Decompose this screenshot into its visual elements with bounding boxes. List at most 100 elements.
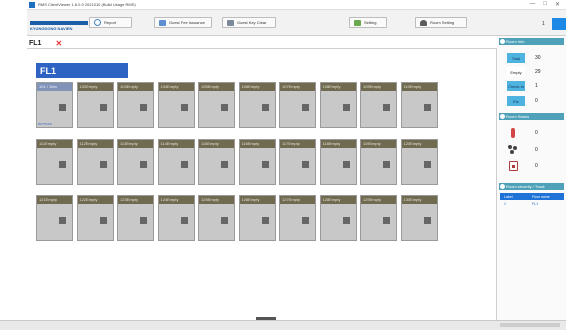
room-tile[interactable]: 119Empty (360, 139, 397, 185)
room-status-icon (342, 104, 350, 111)
room-guest-note: BOTTASU (38, 122, 52, 126)
room-label: 121Empty (37, 196, 72, 204)
maximize-button[interactable]: □ (543, 1, 547, 8)
status-bar (0, 320, 566, 330)
room-tile[interactable]: 130Empty (400, 195, 438, 241)
room-label: 129Empty (361, 196, 396, 204)
room-status-icon (261, 104, 269, 111)
room-tile[interactable]: 127Empty (279, 195, 316, 241)
tab-fl1[interactable]: FL1 ✕ (29, 38, 62, 49)
room-tile[interactable]: 116Empty (238, 139, 276, 185)
room-tile[interactable]: 126Empty (238, 195, 276, 241)
room-tile[interactable]: 110Empty (400, 82, 438, 128)
room-tile[interactable]: 120Empty (400, 139, 438, 185)
room-label: 130Empty (401, 196, 437, 204)
room-label: 122Empty (77, 196, 113, 204)
stat-total: Total 30 (507, 53, 563, 63)
room-status-icon (423, 104, 431, 111)
room-status-icon (302, 217, 309, 224)
room-tile[interactable]: 123Empty (117, 195, 154, 241)
room-label: 127Empty (280, 196, 315, 204)
close-window-button[interactable]: ✕ (555, 1, 560, 8)
user-count: 1 (542, 21, 545, 27)
room-status-icon (99, 217, 107, 224)
room-tile[interactable]: 104Empty (157, 82, 195, 128)
room-tile[interactable]: 111Empty (36, 139, 73, 185)
room-label: 124Empty (158, 196, 194, 204)
room-label: 103Empty (118, 83, 153, 91)
room-tile[interactable]: 102Empty (76, 82, 114, 128)
room-label: 113Empty (118, 140, 153, 148)
key-clear-icon (227, 19, 234, 26)
room-label: 104Empty (158, 83, 194, 91)
room-status-icon (423, 217, 431, 224)
status-people: 0 (507, 143, 563, 156)
room-label: 116Empty (239, 140, 275, 148)
stat-empty: Empty 29 (507, 67, 563, 77)
stat-etc: Etc 0 (507, 96, 563, 106)
room-label: 114Empty (158, 140, 194, 148)
room-tile[interactable]: 124Empty (157, 195, 195, 241)
room-tile[interactable]: 106Empty (238, 82, 276, 128)
room-label: 101 / 1fan (37, 83, 72, 91)
room-tile[interactable]: 125Empty (198, 195, 235, 241)
guest-key-clear-button[interactable]: Guest Key Clear (222, 17, 276, 28)
thermometer-icon (511, 127, 515, 138)
room-tile[interactable]: 105Empty (198, 82, 235, 128)
room-status-icon (59, 161, 66, 168)
report-button[interactable]: Report (89, 17, 132, 28)
user-button[interactable] (552, 18, 566, 30)
close-tab-icon[interactable]: ✕ (55, 39, 62, 48)
minimize-button[interactable]: — (529, 1, 535, 8)
room-status-icon (140, 104, 147, 111)
floor-title: FL1 (36, 63, 128, 78)
room-label: 106Empty (239, 83, 275, 91)
room-tile[interactable]: 128Empty (319, 195, 357, 241)
report-icon (94, 19, 101, 26)
room-tile[interactable]: 108Empty (319, 82, 357, 128)
status-do-not-disturb: 0 (507, 159, 563, 172)
room-status-icon (180, 217, 188, 224)
title-bar: RMS ClientViewer 1.6.0.9 2021010 (Build … (27, 0, 566, 10)
room-tile[interactable]: 114Empty (157, 139, 195, 185)
room-tile[interactable]: 118Empty (319, 139, 357, 185)
stat-check-in: Check-In 1 (507, 81, 538, 91)
room-tile[interactable]: 107Empty (279, 82, 316, 128)
room-tile[interactable]: 103Empty (117, 82, 154, 128)
room-tile[interactable]: 112Empty (76, 139, 114, 185)
room-label: 111Empty (37, 140, 72, 148)
room-tile[interactable]: 101 / 1fan BOTTASU (36, 82, 73, 128)
room-tile[interactable]: 113Empty (117, 139, 154, 185)
room-status-icon (261, 217, 269, 224)
room-label: 110Empty (401, 83, 437, 91)
room-status-icon (383, 161, 390, 168)
room-label: 102Empty (77, 83, 113, 91)
status-bar-info (500, 323, 560, 327)
sidebar: Room Info Total 30 Empty 29 Check-In 1 E… (497, 36, 566, 320)
setting-button[interactable]: Setting (349, 17, 387, 28)
room-label: 123Empty (118, 196, 153, 204)
room-tile[interactable]: 129Empty (360, 195, 397, 241)
guest-table-header[interactable]: Room security / Track (499, 183, 564, 190)
room-status-icon (383, 217, 390, 224)
room-label: 118Empty (320, 140, 356, 148)
room-label: 119Empty (361, 140, 396, 148)
toolbar: KYUNGDONG NAVIEN Report Guest Fee Issuan… (27, 10, 566, 36)
room-setting-button[interactable]: Room Setting (415, 17, 467, 28)
room-status-icon (383, 104, 390, 111)
room-label: 107Empty (280, 83, 315, 91)
room-label: 117Empty (280, 140, 315, 148)
room-status-icon (261, 161, 269, 168)
room-tile[interactable]: 122Empty (76, 195, 114, 241)
room-tile[interactable]: 115Empty (198, 139, 235, 185)
table-row[interactable]: 1 FL1 (500, 201, 564, 207)
room-status-icon (99, 161, 107, 168)
room-setting-icon (420, 19, 427, 26)
room-tile[interactable]: 109Empty (360, 82, 397, 128)
room-info-header[interactable]: Room Info (499, 38, 564, 45)
room-tile[interactable]: 117Empty (279, 139, 316, 185)
room-tile[interactable]: 121Empty (36, 195, 73, 241)
guest-fee-issuance-button[interactable]: Guest Fee Issuance (154, 17, 212, 28)
room-label: 115Empty (199, 140, 234, 148)
room-status-header[interactable]: Room Status (499, 113, 564, 120)
